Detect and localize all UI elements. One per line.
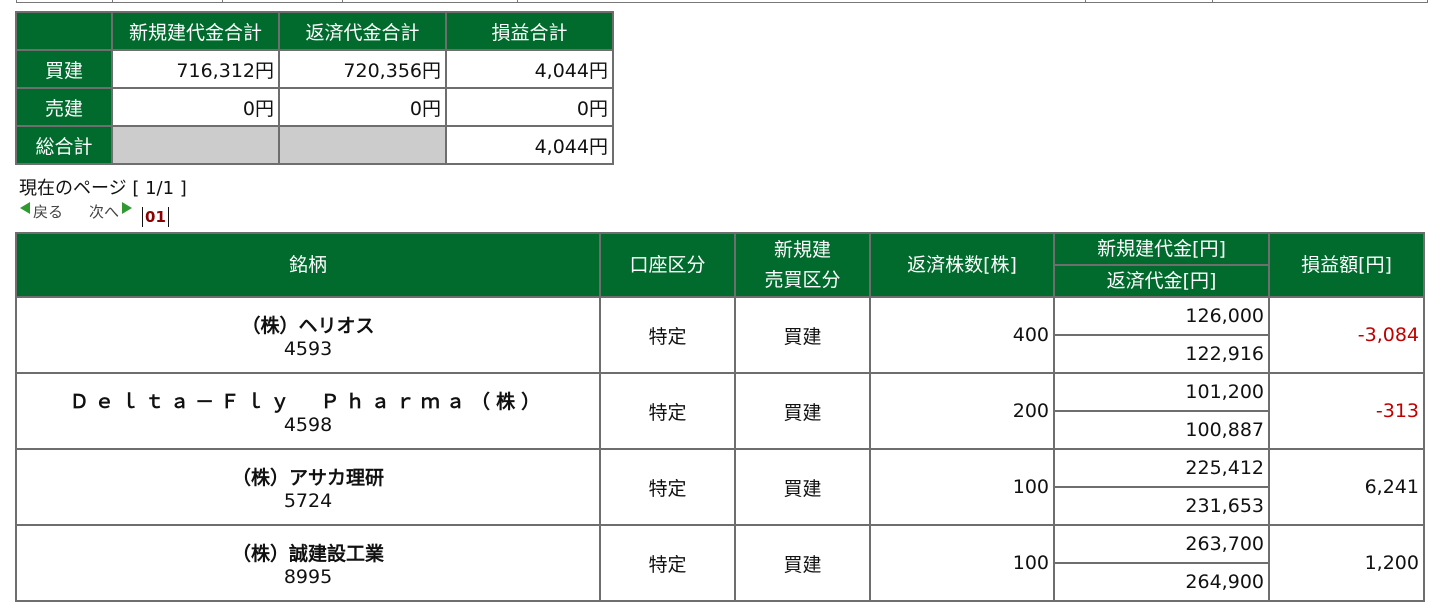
issue-name: （株）アサカ理研 [231,466,384,489]
header-close-amount: 返済代金[円] [1055,266,1268,296]
trade-type-cell: 買建 [736,374,869,448]
quantity-cell: 100 [871,450,1053,524]
summary-header-new-total: 新規建代金合計 [113,13,278,49]
summary-row-label: 総合計 [17,127,111,163]
account-type-cell: 特定 [601,374,734,448]
summary-new-total-value: 716,312円 [113,51,278,87]
issue-cell: （株）誠建設工業 8995 [17,526,599,600]
summary-table: 新規建代金合計 返済代金合計 損益合計 買建 716,312円 720,356円… [15,11,614,165]
previous-table-bottom-edge [16,0,1428,3]
summary-row-label: 買建 [17,51,111,87]
table-row: （株）アサカ理研 5724 特定 買建 100 225,412 6,241 [17,450,1423,524]
close-amount-cell: 100,887 [1055,412,1268,448]
previous-table-divider [112,0,113,3]
summary-row-grand-total: 総合計 4,044円 [17,127,612,163]
new-amount-cell: 101,200 [1055,374,1268,410]
summary-pl-total-value: 0円 [447,89,612,125]
summary-row-buy: 買建 716,312円 720,356円 4,044円 [17,51,612,87]
issue-name: Ｄｅｌｔａ－Ｆｌｙ Ｐｈａｒｍａ（株） [69,390,547,413]
table-row: （株）誠建設工業 8995 特定 買建 100 263,700 1,200 [17,526,1423,600]
header-account-type: 口座区分 [601,234,734,296]
new-amount-cell: 126,000 [1055,298,1268,334]
trade-type-cell: 買建 [736,526,869,600]
pl-cell: -3,084 [1270,298,1423,372]
pagination: 戻る 次へ 01 [20,201,169,227]
pl-cell: 6,241 [1270,450,1423,524]
summary-row-label: 売建 [17,89,111,125]
issue-code: 4598 [283,413,333,436]
summary-empty-cell [113,127,278,163]
table-row: （株）ヘリオス 4593 特定 買建 400 126,000 -3,084 [17,298,1423,372]
summary-pl-total-value: 4,044円 [447,51,612,87]
arrow-left-icon [20,202,30,214]
close-amount-cell: 122,916 [1055,336,1268,372]
holdings-table: 銘柄 口座区分 新規建 売買区分 返済株数[株] 新規建代金[円] 損益額[円]… [15,232,1425,602]
new-amount-cell: 225,412 [1055,450,1268,486]
summary-header-close-total: 返済代金合計 [280,13,445,49]
header-trade-type: 新規建 売買区分 [736,234,869,296]
summary-close-total-value: 0円 [280,89,445,125]
prev-page-label: 戻る [33,203,64,221]
summary-row-sell: 売建 0円 0円 0円 [17,89,612,125]
summary-header-row: 新規建代金合計 返済代金合計 損益合計 [17,13,612,49]
previous-table-divider [517,0,518,3]
header-new-amount: 新規建代金[円] [1055,234,1268,264]
header-trade-type-line1: 新規建 [773,239,831,261]
previous-table-divider [1212,0,1213,3]
quantity-cell: 100 [871,526,1053,600]
header-pl: 損益額[円] [1270,234,1423,296]
issue-code: 4593 [283,337,333,360]
summary-empty-cell [280,127,445,163]
header-quantity: 返済株数[株] [871,234,1053,296]
header-trade-type-line2: 売買区分 [764,269,841,291]
close-amount-cell: 264,900 [1055,564,1268,600]
summary-header-pl-total: 損益合計 [447,13,612,49]
summary-new-total-value: 0円 [113,89,278,125]
issue-code: 8995 [283,565,333,588]
page-number-link[interactable]: 01 [142,206,169,227]
arrow-right-icon [122,202,133,214]
account-type-cell: 特定 [601,526,734,600]
table-row: Ｄｅｌｔａ－Ｆｌｙ Ｐｈａｒｍａ（株） 4598 特定 買建 200 101,2… [17,374,1423,448]
quantity-cell: 400 [871,298,1053,372]
next-page-label: 次へ [89,203,120,221]
issue-cell: （株）アサカ理研 5724 [17,450,599,524]
previous-table-divider [222,0,223,3]
issue-code: 5724 [283,489,333,512]
account-type-cell: 特定 [601,298,734,372]
prev-page-link[interactable]: 戻る [20,201,63,222]
issue-cell: Ｄｅｌｔａ－Ｆｌｙ Ｐｈａｒｍａ（株） 4598 [17,374,599,448]
trade-type-cell: 買建 [736,298,869,372]
previous-table-divider [342,0,343,3]
close-amount-cell: 231,653 [1055,488,1268,524]
account-type-cell: 特定 [601,450,734,524]
current-page-indicator: 現在のページ [ 1/1 ] [19,178,187,199]
pl-cell: -313 [1270,374,1423,448]
trade-type-cell: 買建 [736,450,869,524]
pl-cell: 1,200 [1270,526,1423,600]
next-page-link[interactable]: 次へ [89,201,133,222]
issue-cell: （株）ヘリオス 4593 [17,298,599,372]
summary-corner-cell [17,13,111,49]
new-amount-cell: 263,700 [1055,526,1268,562]
summary-close-total-value: 720,356円 [280,51,445,87]
issue-name: （株）ヘリオス [241,314,375,337]
issue-name: （株）誠建設工業 [231,542,384,565]
header-issue: 銘柄 [17,234,599,296]
quantity-cell: 200 [871,374,1053,448]
holdings-header-row: 銘柄 口座区分 新規建 売買区分 返済株数[株] 新規建代金[円] 損益額[円] [17,234,1423,296]
summary-pl-total-value: 4,044円 [447,127,612,163]
previous-table-divider [1085,0,1086,3]
